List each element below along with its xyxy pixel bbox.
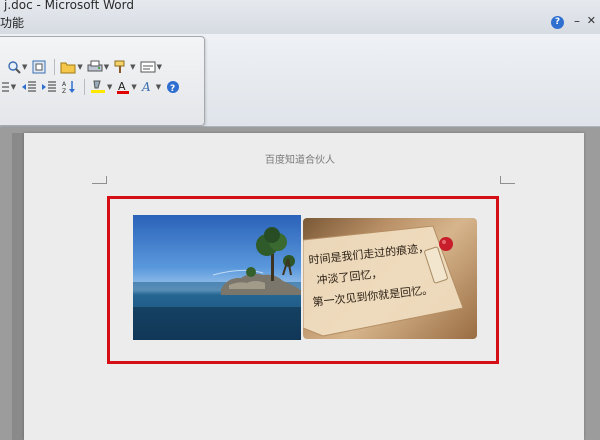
help-circle-icon[interactable]: ? [164, 77, 182, 97]
page-left-shadow [12, 133, 24, 440]
close-icon[interactable]: ✕ [587, 14, 596, 27]
toolbar-separator [84, 79, 85, 95]
help-icon[interactable]: ? [551, 16, 564, 29]
svg-text:Z: Z [62, 88, 66, 94]
format-painter-icon[interactable]: ▼ [112, 57, 136, 77]
highlight-icon[interactable]: ▼ [89, 77, 113, 97]
svg-text:A: A [141, 80, 151, 94]
svg-text:?: ? [170, 84, 175, 94]
zoom-icon[interactable]: ▼ [6, 57, 28, 77]
print-icon[interactable]: ▼ [86, 57, 110, 77]
list-icon[interactable]: ▼ [0, 77, 18, 97]
svg-text:A: A [62, 81, 67, 88]
insert-frame-icon[interactable]: ▼ [139, 57, 163, 77]
toolbar-panel: ▼ ▼ ▼ ▼ ▼ ▼ A Z ▼ A ▼ A ▼ ? [0, 36, 205, 126]
title-bar: j.doc - Microsoft Word 功能 ? – ✕ [0, 0, 600, 35]
margin-mark-right [500, 176, 515, 184]
page-header-text: 百度知道合伙人 [265, 155, 335, 166]
sort-icon[interactable]: AZ [60, 77, 78, 97]
window-title: j.doc - Microsoft Word [4, 0, 134, 12]
toolbar-separator [54, 59, 56, 75]
toolbar-row-2: ▼ AZ ▼ A ▼ A ▼ ? [0, 77, 184, 97]
margin-mark-left [92, 176, 107, 184]
minimize-button[interactable]: – [574, 14, 580, 28]
full-screen-icon[interactable] [30, 57, 48, 77]
island-sea-photo[interactable] [133, 215, 301, 340]
open-folder-icon[interactable]: ▼ [59, 57, 83, 77]
text-effect-icon[interactable]: A ▼ [140, 77, 162, 97]
decrease-indent-icon[interactable] [20, 77, 38, 97]
toolbar-row-1: ▼ ▼ ▼ ▼ ▼ [0, 57, 165, 77]
menu-label[interactable]: 功能 [0, 14, 24, 31]
handwritten-note-photo[interactable]: 时间是我们走过的痕迹， 冲淡了回忆， 第一次见到你就是回忆。 [303, 218, 477, 339]
increase-indent-icon[interactable] [40, 77, 58, 97]
font-color-icon[interactable]: A ▼ [115, 77, 137, 97]
